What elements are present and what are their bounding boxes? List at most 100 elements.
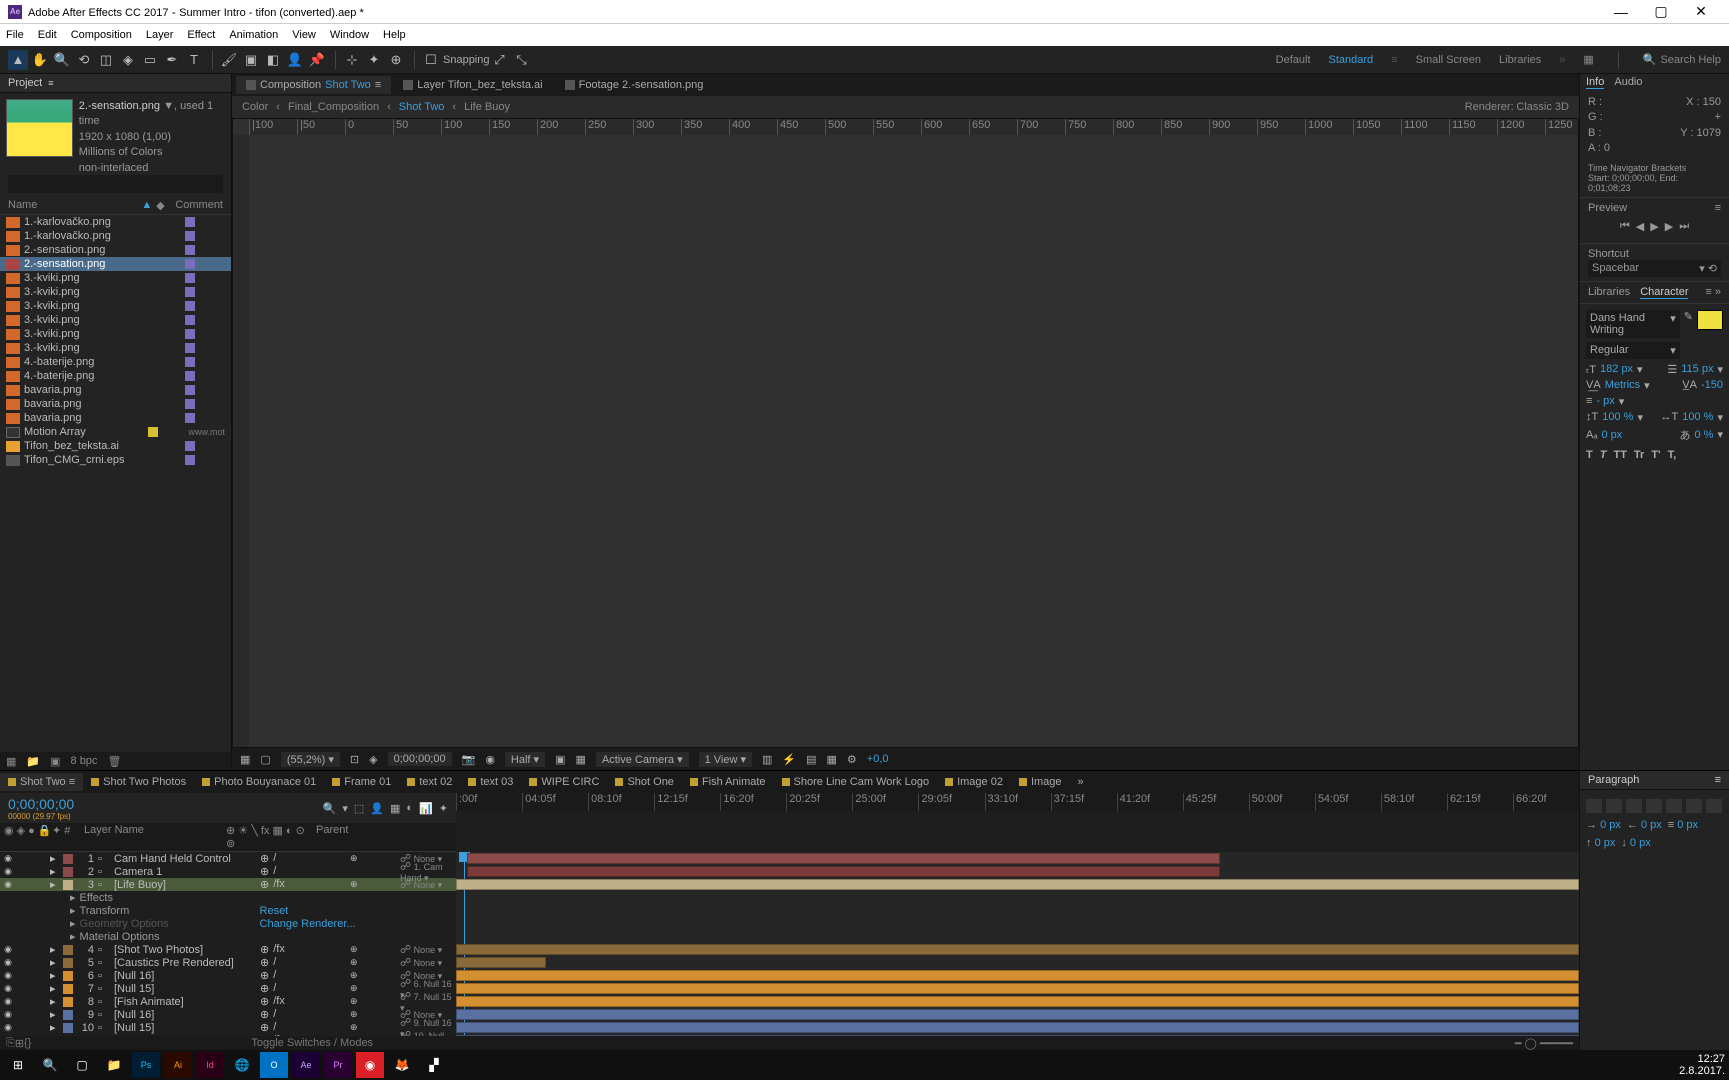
- bc-life-buoy[interactable]: Life Buoy: [464, 101, 510, 113]
- menu-layer[interactable]: Layer: [146, 29, 174, 41]
- mask-icon[interactable]: ◈: [369, 753, 377, 766]
- layer-label[interactable]: [63, 997, 73, 1007]
- puppet-tool[interactable]: 📌: [307, 50, 327, 70]
- timeline-tab[interactable]: Image 02: [937, 773, 1011, 791]
- more-tabs[interactable]: »: [1070, 773, 1092, 791]
- visibility-toggle[interactable]: ◉: [2, 866, 14, 877]
- libraries-tab[interactable]: Libraries: [1588, 286, 1630, 299]
- timeline-tab[interactable]: Frame 01: [324, 773, 399, 791]
- project-item[interactable]: 1.-karlovačko.png: [0, 215, 231, 229]
- exposure-value[interactable]: +0,0: [867, 753, 889, 765]
- leading-value[interactable]: 115 px: [1681, 363, 1713, 375]
- tl-comp-mini-icon[interactable]: ▾: [342, 802, 348, 815]
- bc-final[interactable]: Final_Composition: [288, 101, 379, 113]
- roi-icon[interactable]: ▣: [555, 753, 565, 766]
- pan-behind-tool[interactable]: ◈: [118, 50, 138, 70]
- menu-effect[interactable]: Effect: [187, 29, 215, 41]
- world-axis[interactable]: ✦: [364, 50, 384, 70]
- hand-tool[interactable]: ✋: [30, 50, 50, 70]
- first-frame-button[interactable]: ⏮: [1620, 220, 1630, 233]
- tl-frameblend-icon[interactable]: ▦: [390, 802, 400, 815]
- bpc-toggle[interactable]: 8 bpc: [71, 755, 98, 767]
- timeline-tab[interactable]: Image: [1011, 773, 1070, 791]
- visibility-toggle[interactable]: ◉: [2, 983, 14, 994]
- layer-bar[interactable]: [456, 1035, 1579, 1036]
- bc-shot-two[interactable]: Shot Two: [399, 101, 445, 113]
- timeline-tab[interactable]: Shot One: [607, 773, 681, 791]
- layer-bar[interactable]: [456, 957, 546, 968]
- project-item[interactable]: 4.-baterije.png: [0, 355, 231, 369]
- snap-collapse-icon[interactable]: ⤡: [512, 50, 532, 70]
- comp-tab-footage[interactable]: Footage 2.-sensation.png: [555, 76, 714, 94]
- timeline-layer[interactable]: ◉▸4▫[Shot Two Photos]⊕/fx⊕☍ None ▾: [0, 943, 456, 956]
- transparency-icon[interactable]: ▦: [575, 753, 585, 766]
- project-item[interactable]: Tifon_CMG_crni.eps: [0, 453, 231, 467]
- project-item[interactable]: bavaria.png: [0, 411, 231, 425]
- show-channel-icon[interactable]: ◉: [485, 753, 495, 766]
- allcaps-button[interactable]: TT: [1613, 449, 1626, 461]
- workspace-libraries[interactable]: Libraries: [1499, 54, 1541, 66]
- info-tab[interactable]: Info: [1586, 76, 1604, 89]
- timeline-tab[interactable]: text 03: [460, 773, 521, 791]
- search-button[interactable]: 🔍: [36, 1052, 64, 1078]
- project-item-list[interactable]: 1.-karlovačko.png1.-karlovačko.png2.-sen…: [0, 215, 231, 752]
- timeline-timecode[interactable]: 0;00;00;00 00000 (29.97 fps): [0, 794, 82, 823]
- resolution-dropdown[interactable]: Half ▾: [505, 752, 545, 767]
- timeline-layer[interactable]: ◉▸2▫Camera 1⊕/☍ 1. Cam Hand ▾: [0, 865, 456, 878]
- character-tab[interactable]: Character: [1640, 286, 1688, 299]
- pixel-aspect-icon[interactable]: ▥: [762, 753, 772, 766]
- workspace-default[interactable]: Default: [1276, 54, 1311, 66]
- next-frame-button[interactable]: ▶: [1665, 220, 1673, 233]
- workspace-panel-icon[interactable]: ▦: [1583, 53, 1593, 66]
- rect-tool[interactable]: ▭: [140, 50, 160, 70]
- hscale-value[interactable]: 100 %: [1682, 411, 1713, 423]
- layer-bar[interactable]: [456, 996, 1579, 1007]
- grid-icon[interactable]: ▢: [260, 753, 270, 766]
- flowchart-icon[interactable]: ▦: [827, 753, 837, 766]
- layer-bar[interactable]: [456, 944, 1579, 955]
- layer-property[interactable]: ▸TransformReset: [0, 904, 456, 917]
- layer-label[interactable]: [63, 1010, 73, 1020]
- superscript-button[interactable]: T': [1651, 449, 1660, 461]
- tl-expand-icon[interactable]: ⎘: [6, 1037, 15, 1050]
- timeline-layer[interactable]: ◉▸8▫[Fish Animate]⊕/fx⊕☍ 7. Null 15 ▾: [0, 995, 456, 1008]
- close-button[interactable]: ✕: [1681, 3, 1721, 20]
- vscale-value[interactable]: 100 %: [1602, 411, 1633, 423]
- kerning-value[interactable]: Metrics: [1605, 379, 1640, 391]
- prev-frame-button[interactable]: ◀: [1636, 220, 1644, 233]
- taskbar-clock[interactable]: 12:27 2.8.2017.: [1679, 1053, 1725, 1077]
- layer-bar[interactable]: [467, 866, 1219, 877]
- project-item[interactable]: 4.-baterije.png: [0, 369, 231, 383]
- tsume-value[interactable]: 0 %: [1695, 429, 1714, 441]
- project-item[interactable]: 2.-sensation.png: [0, 243, 231, 257]
- timeline-ruler[interactable]: :00f04:05f08:10f12:15f16:20f20:25f25:00f…: [456, 793, 1579, 811]
- timeline-tab[interactable]: Shore Line Cam Work Logo: [774, 773, 938, 791]
- audio-tab[interactable]: Audio: [1614, 76, 1642, 89]
- preview-tab[interactable]: Preview: [1588, 202, 1627, 214]
- visibility-toggle[interactable]: ◉: [2, 853, 14, 864]
- tl-search-icon[interactable]: 🔍: [323, 802, 337, 815]
- layer-label[interactable]: [63, 984, 73, 994]
- layer-bar[interactable]: [456, 1022, 1579, 1033]
- timeline-tab[interactable]: Photo Bouyanace 01: [194, 773, 324, 791]
- fill-color-swatch[interactable]: [1697, 310, 1723, 330]
- tl-draft3d-icon[interactable]: ⬚: [354, 802, 364, 815]
- timeline-tab[interactable]: Fish Animate: [682, 773, 774, 791]
- timeline-icon[interactable]: ▤: [806, 753, 816, 766]
- tl-brainstorm-icon[interactable]: ✦: [439, 802, 448, 815]
- snapshot-icon[interactable]: 📷: [462, 753, 476, 766]
- menu-animation[interactable]: Animation: [229, 29, 278, 41]
- eyedropper-icon[interactable]: ✎: [1684, 310, 1693, 323]
- roto-tool[interactable]: 👤: [285, 50, 305, 70]
- new-folder-icon[interactable]: 📁: [26, 755, 40, 768]
- timeline-layer[interactable]: ◉▸7▫[Null 15]⊕/⊕☍ 6. Null 16 ▾: [0, 982, 456, 995]
- layer-label[interactable]: [63, 945, 73, 955]
- project-item[interactable]: bavaria.png: [0, 397, 231, 411]
- photoshop-icon[interactable]: Ps: [132, 1052, 160, 1078]
- font-size-value[interactable]: 182 px: [1600, 363, 1633, 375]
- firefox-icon[interactable]: 🦊: [388, 1052, 416, 1078]
- minimize-button[interactable]: —: [1601, 4, 1641, 20]
- project-search-input[interactable]: [8, 175, 223, 193]
- views-dropdown[interactable]: 1 View ▾: [699, 752, 752, 767]
- project-item[interactable]: 2.-sensation.png: [0, 257, 231, 271]
